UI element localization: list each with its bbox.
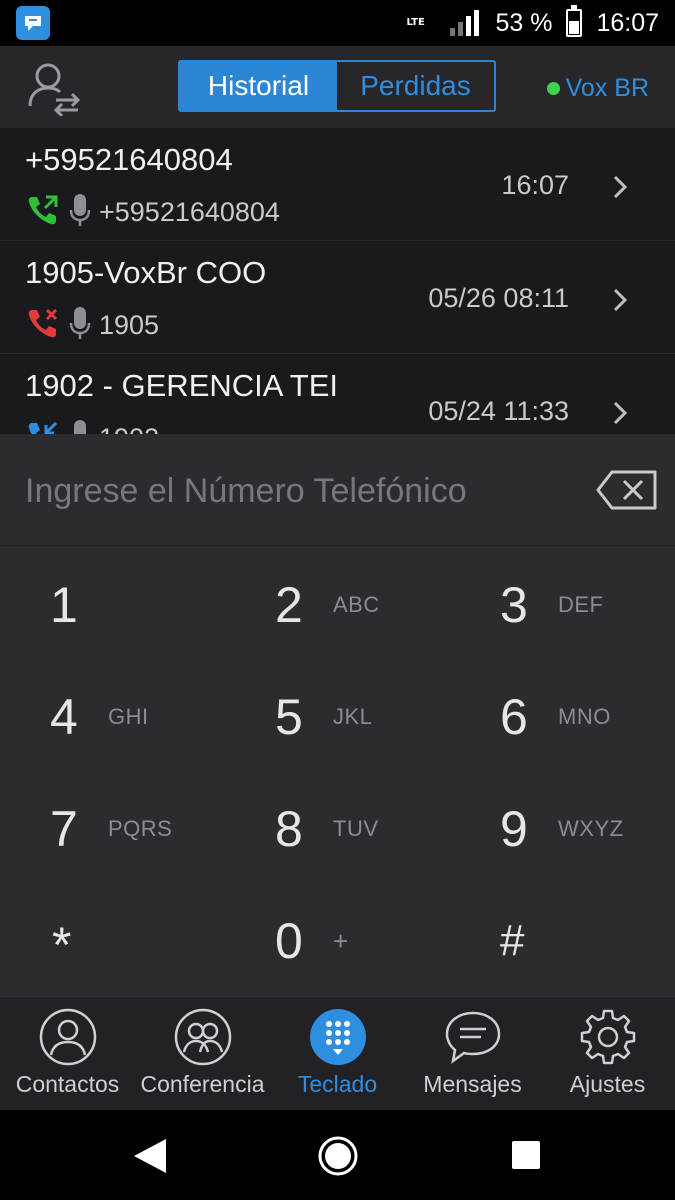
key-digit: 4 <box>50 689 78 745</box>
voice-mic-icon <box>69 193 91 231</box>
call-number: 1905 <box>99 309 160 340</box>
key-star[interactable]: * <box>0 882 225 994</box>
online-status-dot <box>546 82 560 95</box>
call-row[interactable]: 1902 - GERENCIA TEI 1902 05/24 11:33 <box>0 354 675 434</box>
status-bar: LTE 53 % 16:07 <box>0 0 675 46</box>
dial-keypad: 1 2 ABC 3 DEF 4 GHI 5 JKL 6 MNO 7 PQRS 8… <box>0 546 675 996</box>
outgoing-call-icon <box>25 192 61 232</box>
settings-icon <box>578 1007 638 1067</box>
missed-call-icon <box>25 305 61 345</box>
home-icon[interactable] <box>317 1135 359 1181</box>
incoming-call-icon <box>25 418 61 434</box>
key-4[interactable]: 4 GHI <box>0 658 225 770</box>
clock: 16:07 <box>596 8 659 37</box>
conference-icon <box>173 1007 233 1067</box>
bottom-navigation: Contactos Conferencia Teclado Mensajes A… <box>0 996 675 1110</box>
call-time: 16:07 <box>501 170 569 200</box>
key-digit: 9 <box>500 801 528 857</box>
messages-icon <box>443 1007 503 1067</box>
phone-number-input[interactable]: Ingrese el Número Telefónico <box>0 434 675 546</box>
nav-label: Ajustes <box>569 1071 646 1097</box>
key-letters: JKL <box>333 704 373 729</box>
transfer-contact-icon[interactable] <box>26 60 84 118</box>
nav-mensajes[interactable]: Mensajes <box>405 997 540 1111</box>
key-3[interactable]: 3 DEF <box>450 546 675 658</box>
call-time: 05/24 11:33 <box>428 396 569 426</box>
nav-label: Mensajes <box>423 1071 522 1097</box>
keypad-icon <box>308 1007 368 1067</box>
call-name: +59521640804 <box>25 142 233 177</box>
history-segmented-control: Historial Perdidas <box>178 60 496 112</box>
system-navigation-bar <box>0 1110 675 1200</box>
voice-mic-icon <box>69 419 91 434</box>
call-time: 05/26 08:11 <box>428 283 569 313</box>
key-1[interactable]: 1 <box>0 546 225 658</box>
nav-ajustes[interactable]: Ajustes <box>540 997 675 1111</box>
backspace-icon[interactable] <box>596 470 658 510</box>
key-digit: 3 <box>500 577 528 633</box>
nav-label: Contactos <box>15 1071 120 1097</box>
key-digit: * <box>52 917 72 973</box>
chevron-right-icon[interactable] <box>609 172 631 202</box>
key-letters: PQRS <box>108 816 173 841</box>
key-digit: 8 <box>275 801 303 857</box>
key-2[interactable]: 2 ABC <box>225 546 450 658</box>
battery-icon <box>566 5 583 37</box>
key-7[interactable]: 7 PQRS <box>0 770 225 882</box>
call-number: 1902 <box>99 423 159 435</box>
key-8[interactable]: 8 TUV <box>225 770 450 882</box>
tab-perdidas[interactable]: Perdidas <box>337 62 494 110</box>
app-notification-icon <box>16 6 50 40</box>
call-name: 1905-VoxBr COO <box>25 255 267 290</box>
call-row[interactable]: 1905-VoxBr COO 1905 05/26 08:11 <box>0 241 675 354</box>
key-digit: 5 <box>275 689 303 745</box>
call-number: +59521640804 <box>99 196 280 227</box>
recent-apps-icon[interactable] <box>511 1140 541 1174</box>
chevron-right-icon[interactable] <box>609 398 631 428</box>
key-hash[interactable]: # <box>450 882 675 994</box>
key-0[interactable]: 0 + <box>225 882 450 994</box>
key-letters: DEF <box>558 592 604 617</box>
key-digit: 0 <box>275 913 303 969</box>
phone-number-placeholder: Ingrese el Número Telefónico <box>25 472 467 510</box>
key-5[interactable]: 5 JKL <box>225 658 450 770</box>
key-9[interactable]: 9 WXYZ <box>450 770 675 882</box>
call-history-list: +59521640804 +59521640804 16:07 1905-Vox… <box>0 128 675 434</box>
back-icon[interactable] <box>132 1137 168 1179</box>
app-header: Historial Perdidas Vox BR <box>0 46 675 128</box>
key-digit: 6 <box>500 689 528 745</box>
key-digit: 1 <box>50 577 78 633</box>
nav-contactos[interactable]: Contactos <box>0 997 135 1111</box>
contacts-icon <box>38 1007 98 1067</box>
nav-teclado[interactable]: Teclado <box>270 997 405 1111</box>
nav-conferencia[interactable]: Conferencia <box>135 997 270 1111</box>
call-row[interactable]: +59521640804 +59521640804 16:07 <box>0 128 675 241</box>
key-digit: 2 <box>275 577 303 633</box>
nav-label: Teclado <box>297 1071 378 1097</box>
tab-historial[interactable]: Historial <box>180 62 337 110</box>
account-name: Vox BR <box>565 74 649 102</box>
signal-icon <box>450 10 480 36</box>
account-status[interactable]: Vox BR <box>546 74 649 103</box>
chevron-right-icon[interactable] <box>609 285 631 315</box>
network-type: LTE <box>406 17 425 28</box>
key-letters: + <box>333 926 349 956</box>
key-letters: TUV <box>333 816 379 841</box>
call-name: 1902 - GERENCIA TEI <box>25 368 338 403</box>
nav-label: Conferencia <box>140 1071 265 1097</box>
key-letters: GHI <box>108 704 149 729</box>
key-digit: # <box>500 916 525 965</box>
key-letters: ABC <box>333 592 380 617</box>
key-digit: 7 <box>50 801 78 857</box>
voice-mic-icon <box>69 306 91 344</box>
battery-percent: 53 % <box>495 8 553 37</box>
key-letters: MNO <box>558 704 611 729</box>
key-6[interactable]: 6 MNO <box>450 658 675 770</box>
key-letters: WXYZ <box>558 816 624 841</box>
